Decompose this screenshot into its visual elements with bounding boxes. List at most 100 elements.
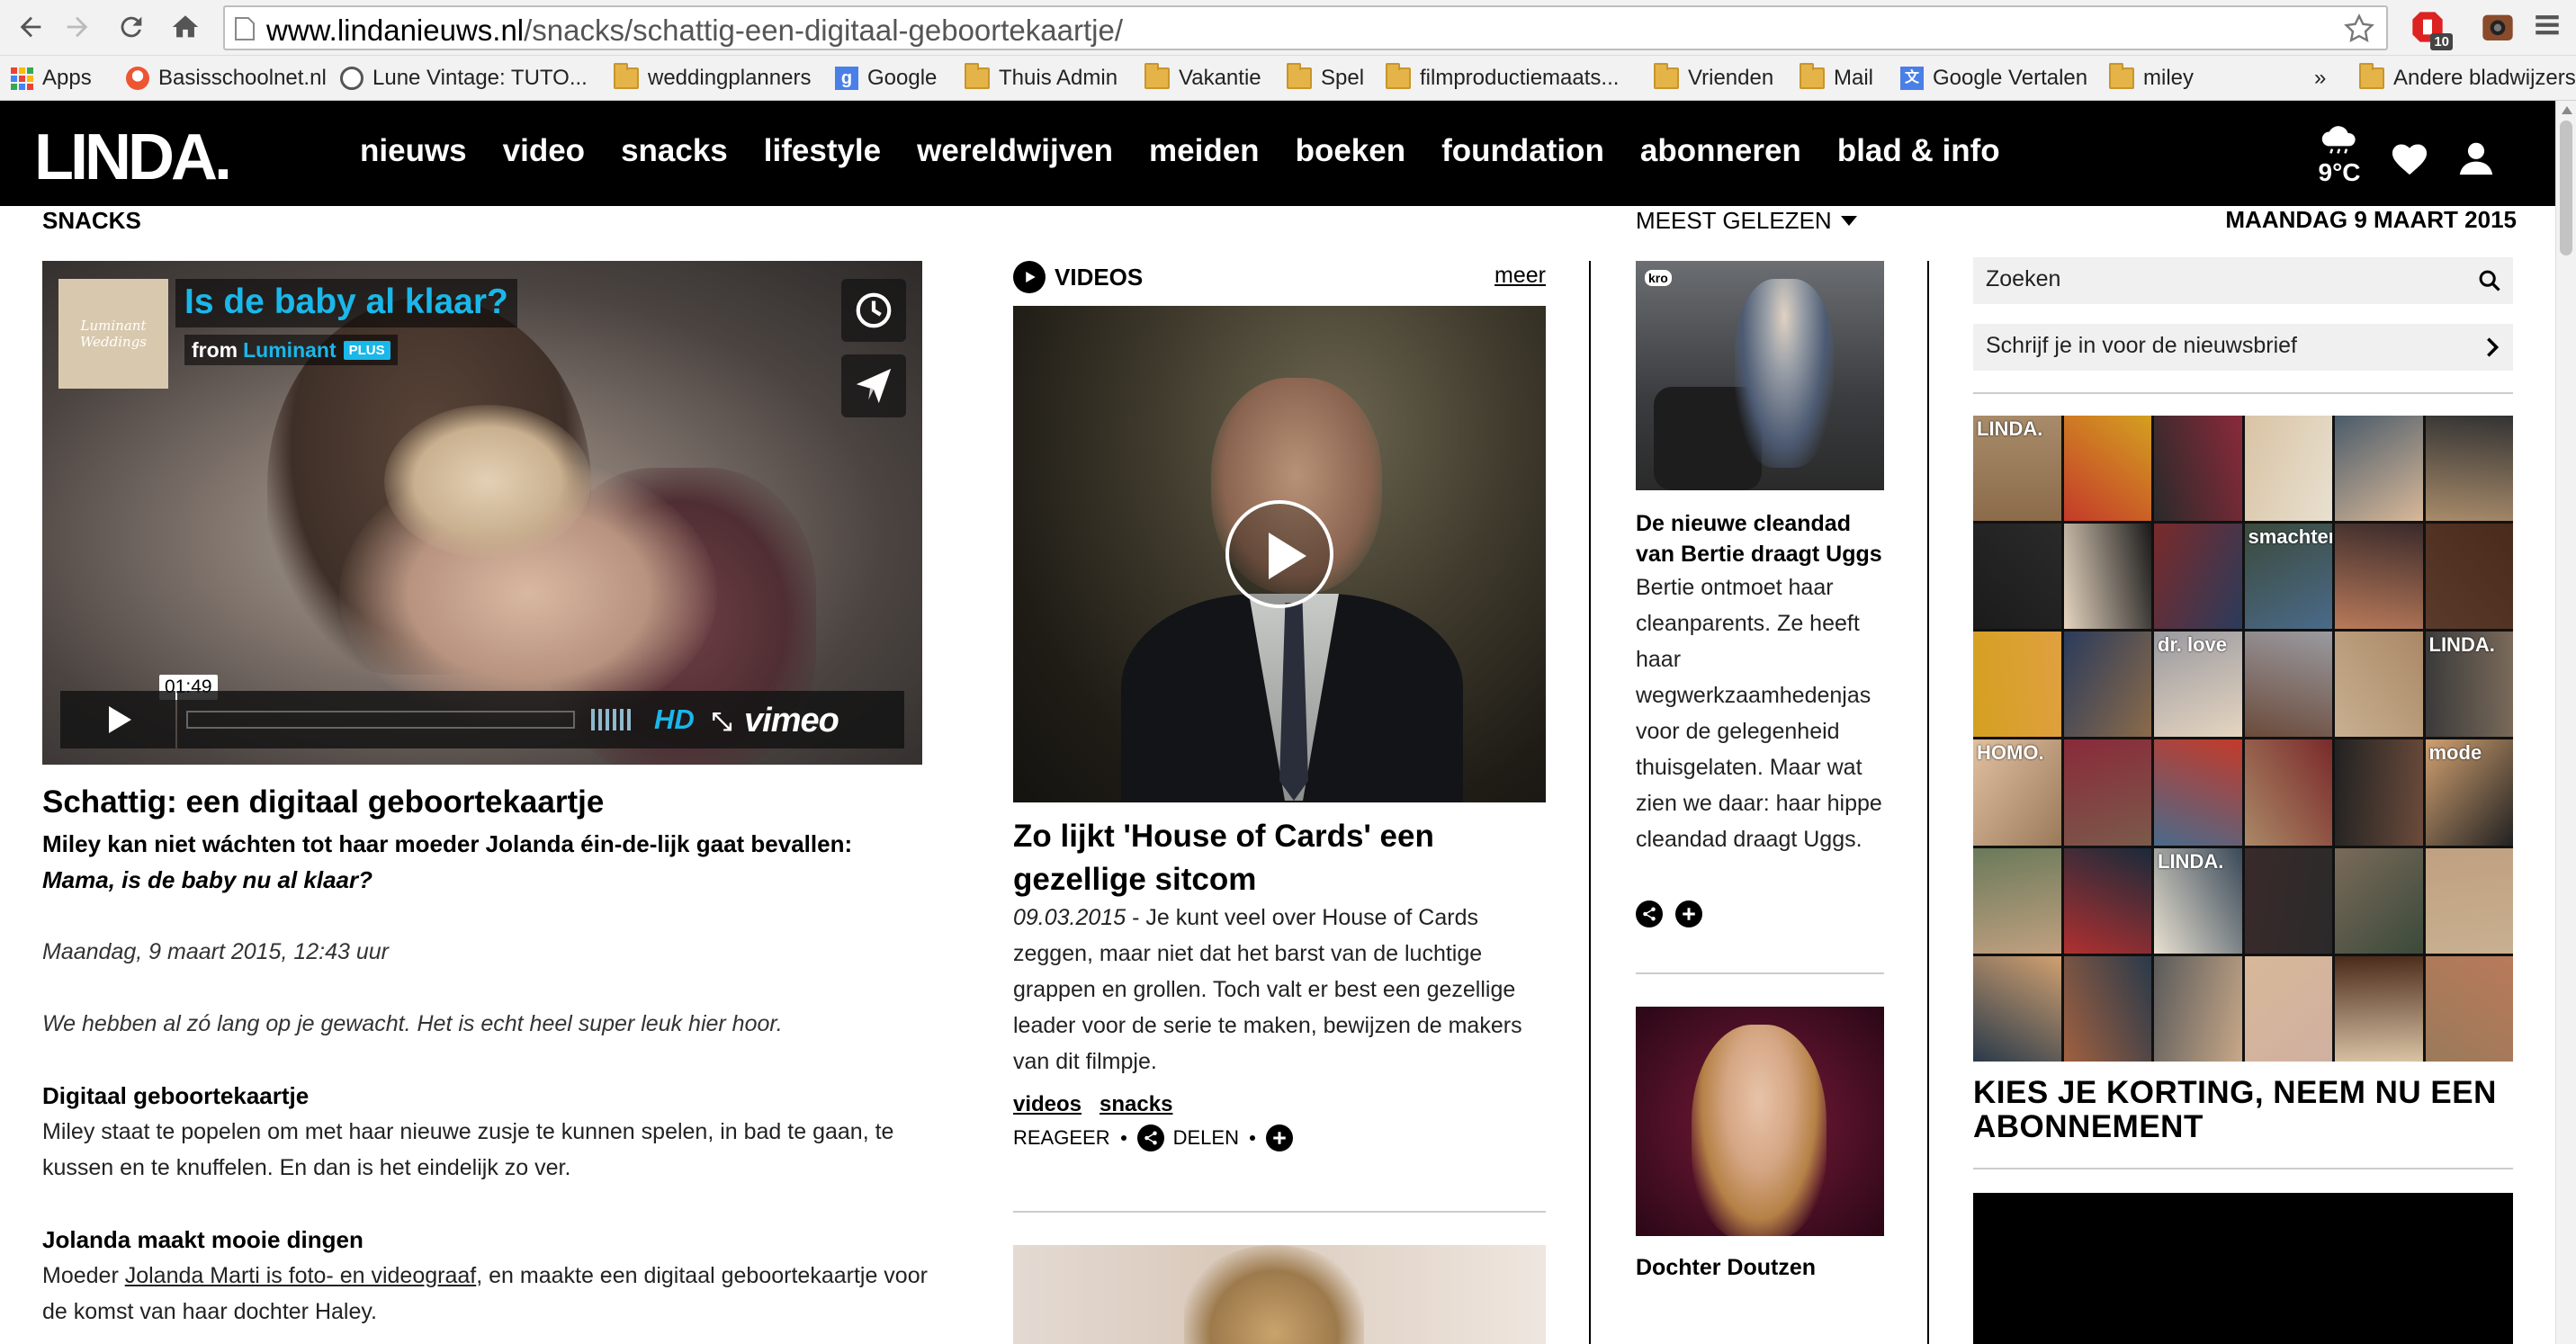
back-button[interactable] [13,9,49,45]
share-icon[interactable] [1136,1124,1164,1151]
next-video-thumbnail[interactable] [1013,1245,1546,1344]
bookmark-basisschoolnet[interactable]: Basisschoolnet.nl [126,63,327,94]
magazine-cover[interactable]: LINDA. [2425,632,2513,738]
camera-extension-icon[interactable] [2480,9,2518,47]
search-icon[interactable] [2477,268,2502,293]
plus-circle-icon[interactable] [1675,900,1702,927]
magazine-cover[interactable] [2244,847,2332,954]
newsletter-signup-link[interactable]: Schrijf je in voor de nieuwsbrief [1973,324,2513,371]
nav-blad-info[interactable]: blad & info [1837,133,2000,169]
section-label[interactable]: SNACKS [42,207,141,235]
nav-wereldwijven[interactable]: wereldwijven [917,133,1113,169]
plus-circle-icon[interactable] [1265,1124,1293,1151]
magazine-cover[interactable] [2425,955,2513,1062]
heart-icon[interactable] [2390,140,2429,176]
nav-boeken[interactable]: boeken [1296,133,1406,169]
home-button[interactable] [167,9,203,45]
bookmark-vakantie[interactable]: Vakantie [1144,63,1261,94]
most-read-title[interactable]: De nieuwe cleandad van Bertie draagt Ugg… [1636,508,1884,569]
volume-bars[interactable] [591,709,634,730]
magazine-cover[interactable]: dr. love [2154,632,2242,738]
magazine-covers-collage[interactable]: LINDA. smachten dr. love LINDA. HOMO. mode LIN… [1973,416,2513,1062]
photographer-link[interactable]: Jolanda Marti is foto- en videograaf [125,1263,477,1288]
bookmark-google[interactable]: g Google [835,63,937,94]
magazine-cover[interactable] [2425,524,2513,630]
page-scrollbar[interactable] [2555,101,2576,1344]
weather-widget[interactable]: 9°C [2312,126,2366,198]
bookmark-star-icon[interactable] [2343,13,2375,45]
meest-gelezen-dropdown[interactable]: MEEST GELEZEN [1636,207,1857,235]
address-bar[interactable]: www.lindanieuws.nl/snacks/schattig-een-d… [223,5,2388,50]
magazine-cover[interactable] [2063,416,2151,522]
bookmarks-overflow-button[interactable]: » [2314,63,2326,94]
react-button[interactable]: REAGEER [1013,1126,1110,1150]
video-thumbnail[interactable] [1013,306,1546,802]
magazine-cover[interactable] [2244,416,2332,522]
bookmark-other-folder[interactable]: Andere bladwijzers [2359,63,2576,94]
bookmark-weddingplanners[interactable]: weddingplanners [614,63,811,94]
magazine-cover[interactable] [2244,632,2332,738]
magazine-cover[interactable] [1973,847,2061,954]
magazine-cover[interactable]: mode [2425,739,2513,846]
magazine-cover[interactable]: smachten [2244,524,2332,630]
bookmark-apps[interactable]: Apps [11,63,92,94]
nav-abonneren[interactable]: abonneren [1640,133,1801,169]
magazine-cover[interactable] [2335,955,2423,1062]
video-owner-link[interactable]: Luminant [243,338,337,363]
adblock-extension-icon[interactable]: 10 [2410,9,2453,50]
magazine-cover[interactable] [1973,524,2061,630]
tag-snacks[interactable]: snacks [1100,1092,1172,1117]
forward-button[interactable] [59,9,95,45]
watch-later-button[interactable] [841,279,906,342]
share-icon[interactable] [1636,900,1663,927]
bookmark-google-vertalen[interactable]: 文 Google Vertalen [1900,63,2087,94]
bookmark-thuis-admin[interactable]: Thuis Admin [965,63,1117,94]
magazine-cover[interactable] [2335,739,2423,846]
magazine-cover[interactable] [2244,955,2332,1062]
user-icon[interactable] [2456,140,2496,176]
play-button[interactable] [60,691,175,748]
magazine-cover[interactable] [2063,739,2151,846]
magazine-cover[interactable] [1973,955,2061,1062]
scroll-up-arrow-icon[interactable] [2562,106,2572,114]
videos-more-link[interactable]: meer [1494,263,1546,289]
share-button[interactable]: DELEN [1173,1126,1239,1150]
nav-lifestyle[interactable]: lifestyle [764,133,881,169]
magazine-cover[interactable] [2335,847,2423,954]
article-video-player[interactable]: Luminant Weddings Is de baby al klaar? f… [42,261,922,765]
magazine-cover[interactable] [2063,632,2151,738]
nav-snacks[interactable]: snacks [621,133,728,169]
magazine-cover[interactable]: LINDA. [1973,416,2061,522]
chrome-menu-icon[interactable] [2532,9,2568,47]
bookmark-miley[interactable]: miley [2109,63,2194,94]
bookmark-filmproductie[interactable]: filmproductiemaats... [1386,63,1619,94]
search-input[interactable]: Zoeken [1973,257,2513,304]
magazine-cover[interactable] [2335,632,2423,738]
magazine-cover[interactable] [2335,524,2423,630]
vimeo-logo[interactable]: vimeo [744,702,839,740]
magazine-cover[interactable] [2063,955,2151,1062]
most-read-thumbnail[interactable]: kro [1636,261,1884,490]
advertisement-block[interactable] [1973,1193,2513,1344]
magazine-cover[interactable] [2154,416,2242,522]
video-article-title[interactable]: Zo lijkt 'House of Cards' een gezellige … [1013,815,1546,901]
nav-nieuws[interactable]: nieuws [360,133,467,169]
most-read-title[interactable]: Dochter Doutzen [1636,1252,1884,1283]
hd-toggle[interactable]: HD [654,703,695,736]
channel-badge[interactable]: Luminant Weddings [58,279,168,389]
share-video-button[interactable] [841,354,906,417]
magazine-cover[interactable]: HOMO. [1973,739,2061,846]
magazine-cover[interactable]: LINDA. [2154,847,2242,954]
magazine-cover[interactable] [2063,524,2151,630]
magazine-cover[interactable] [2244,739,2332,846]
nav-video[interactable]: video [503,133,585,169]
magazine-cover[interactable] [2335,416,2423,522]
scroll-thumb[interactable] [2560,121,2572,255]
magazine-cover[interactable] [1973,632,2061,738]
magazine-cover[interactable] [2154,739,2242,846]
most-read-thumbnail[interactable] [1636,1007,1884,1236]
magazine-cover[interactable] [2063,847,2151,954]
video-title[interactable]: Is de baby al klaar? [184,282,508,322]
reload-button[interactable] [113,9,149,45]
nav-meiden[interactable]: meiden [1149,133,1260,169]
